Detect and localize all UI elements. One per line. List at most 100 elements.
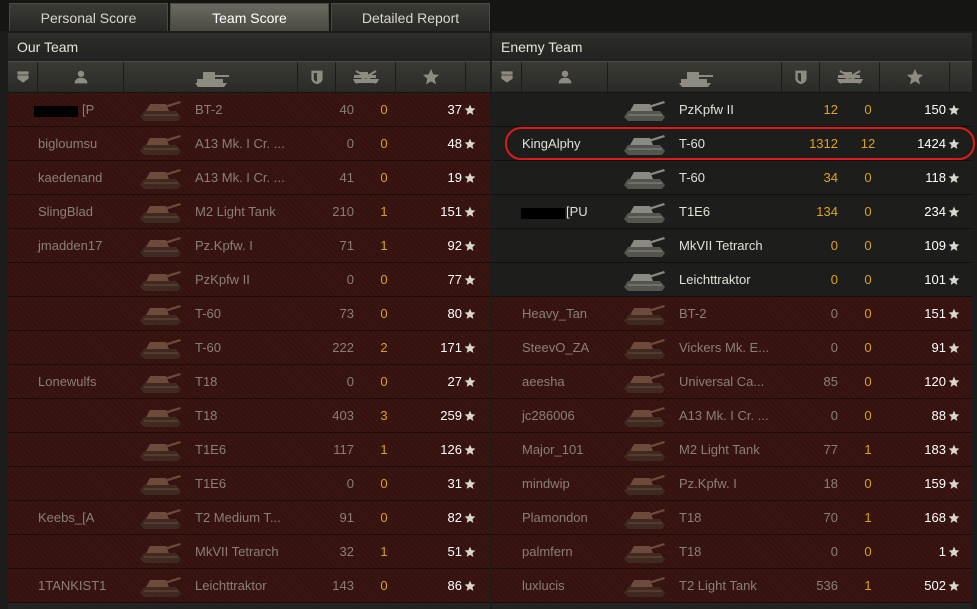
table-row[interactable]: luxlucis T2 Light Tank 536 1 502 (492, 569, 972, 603)
player-name: jmadden17 (38, 238, 103, 253)
tab-detailed-report[interactable]: Detailed Report (331, 3, 490, 31)
table-row[interactable]: [P BT-2 40 0 37 (8, 93, 490, 127)
damage-value: 0 (830, 408, 838, 423)
tab-personal-score[interactable]: Personal Score (9, 3, 168, 31)
score-star-icon (464, 104, 476, 115)
table-row[interactable]: SlingBlad M2 Light Tank 210 1 151 (8, 195, 490, 229)
kills-value: 0 (380, 272, 388, 287)
table-row[interactable]: PzKpfw II 12 0 150 (492, 93, 972, 127)
damage-value: 117 (333, 442, 354, 457)
tab-bar: Personal Score Team Score Detailed Repor… (0, 0, 977, 31)
player-name-cell: Major_101 (492, 442, 620, 457)
table-row[interactable]: SteevO_ZA Vickers Mk. E... 0 0 91 (492, 331, 972, 365)
table-row[interactable]: bigloumsu A13 Mk. I Cr. ... 0 0 48 (8, 127, 490, 161)
table-row[interactable]: Heavy_Tan BT-2 0 0 151 (492, 297, 972, 331)
tank-silhouette-icon (624, 168, 665, 189)
table-row[interactable]: kaedenand A13 Mk. I Cr. ... 41 0 19 (8, 161, 490, 195)
score-cell: 31 (414, 476, 484, 491)
our-team-panel: Our Team [P BT-2 40 0 37 bigloumsu A13 Mk. I C… (8, 33, 490, 609)
table-row[interactable]: palmfern T18 0 0 1 (492, 535, 972, 569)
damage-value: 73 (339, 306, 354, 321)
score-value: 502 (924, 578, 946, 593)
column-damage-header[interactable] (782, 62, 820, 92)
player-name-cell: palmfern (492, 544, 620, 559)
score-value: 120 (924, 374, 946, 389)
score-cell: 120 (898, 374, 968, 389)
score-value: 126 (440, 442, 462, 457)
score-star-icon (948, 206, 960, 217)
damage-value: 0 (830, 272, 838, 287)
table-row[interactable]: [PU T1E6 134 0 234 (492, 195, 972, 229)
table-row[interactable]: Leichttraktor 0 0 101 (492, 263, 972, 297)
table-row[interactable]: PzKpfw II 0 0 77 (8, 263, 490, 297)
damage-value: 0 (346, 136, 354, 151)
score-star-icon (948, 104, 960, 115)
column-score-star-header[interactable] (396, 62, 466, 92)
column-tank-header[interactable] (124, 62, 298, 92)
column-player-header[interactable] (38, 62, 124, 92)
score-star-icon (948, 172, 960, 183)
player-name-cell: Lonewulfs (8, 374, 136, 389)
kills-value: 0 (864, 272, 872, 287)
tank-icon-cell (136, 369, 191, 395)
table-row[interactable]: T1E6 0 0 31 (8, 467, 490, 501)
score-cell: 101 (898, 272, 968, 287)
table-row[interactable]: jc286006 A13 Mk. I Cr. ... 0 0 88 (492, 399, 972, 433)
enemy-team-panel: Enemy Team PzKpfw II 12 0 150 KingAlphy T-60 1… (492, 33, 972, 609)
table-row[interactable]: Plamondon T18 70 1 168 (492, 501, 972, 535)
score-value: 150 (924, 102, 946, 117)
player-name-cell: Plamondon (492, 510, 620, 525)
player-name: aeesha (522, 374, 565, 389)
kills-value: 0 (380, 102, 388, 117)
column-kills-header[interactable] (820, 62, 880, 92)
tank-silhouette-icon (140, 202, 181, 223)
tank-icon-cell (620, 369, 675, 395)
tank-silhouette-icon (624, 202, 665, 223)
tank-icon-cell (620, 165, 675, 191)
table-row[interactable]: MkVII Tetrarch 32 1 51 (8, 535, 490, 569)
tank-silhouette-icon (140, 100, 181, 121)
table-row[interactable]: T-60 222 2 171 (8, 331, 490, 365)
table-row[interactable]: MkVII Tetrarch 0 0 109 (492, 229, 972, 263)
column-damage-header[interactable] (298, 62, 336, 92)
tank-name: BT-2 (195, 102, 223, 117)
platoon-icon (500, 71, 513, 83)
player-name: mindwip (522, 476, 570, 491)
player-name: [PU (566, 204, 588, 219)
tank-name: M2 Light Tank (679, 442, 760, 457)
tank-name: T-60 (195, 340, 222, 355)
tab-team-score[interactable]: Team Score (170, 3, 329, 31)
column-tank-header[interactable] (608, 62, 782, 92)
column-score-star-header[interactable] (880, 62, 950, 92)
table-row[interactable]: Lonewulfs T18 0 0 27 (8, 365, 490, 399)
tank-name: T1E6 (679, 204, 711, 219)
column-player-header[interactable] (522, 62, 608, 92)
damage-value: 85 (823, 374, 838, 389)
column-platoon-header[interactable] (492, 62, 522, 92)
damage-value: 222 (332, 340, 354, 355)
score-cell: 126 (414, 442, 484, 457)
table-row[interactable]: T1E6 117 1 126 (8, 433, 490, 467)
table-row[interactable]: T-60 73 0 80 (8, 297, 490, 331)
table-row[interactable]: T18 403 3 259 (8, 399, 490, 433)
table-row[interactable]: Major_101 M2 Light Tank 77 1 183 (492, 433, 972, 467)
score-value: 91 (931, 340, 946, 355)
player-name-cell: aeesha (492, 374, 620, 389)
table-row[interactable]: Keebs_[A T2 Medium T... 91 0 82 (8, 501, 490, 535)
damage-value: 70 (823, 510, 838, 525)
tank-icon-cell (620, 335, 675, 361)
damage-value: 134 (816, 204, 838, 219)
column-platoon-header[interactable] (8, 62, 38, 92)
table-row[interactable]: T-60 34 0 118 (492, 161, 972, 195)
score-star-icon (948, 342, 960, 353)
kills-value: 0 (864, 544, 872, 559)
table-row[interactable]: 1TANKIST1 Leichttraktor 143 0 86 (8, 569, 490, 603)
table-row[interactable]: mindwip Pz.Kpfw. I 18 0 159 (492, 467, 972, 501)
column-kills-header[interactable] (336, 62, 396, 92)
kills-icon (352, 70, 379, 84)
player-name-cell: SteevO_ZA (492, 340, 620, 355)
score-cell: 27 (414, 374, 484, 389)
table-row[interactable]: aeesha Universal Ca... 85 0 120 (492, 365, 972, 399)
score-value: 259 (440, 408, 462, 423)
table-row[interactable]: jmadden17 Pz.Kpfw. I 71 1 92 (8, 229, 490, 263)
